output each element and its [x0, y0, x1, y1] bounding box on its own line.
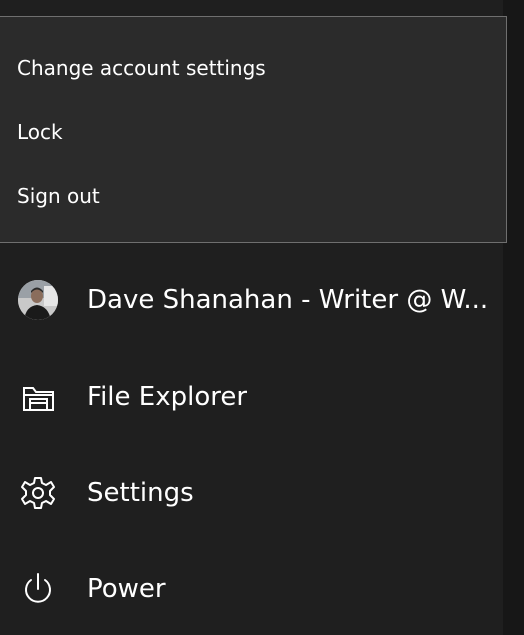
power-label: Power	[87, 574, 166, 604]
change-account-settings-item[interactable]: Change account settings	[17, 48, 266, 88]
user-name-label: Dave Shanahan - Writer @ W...	[87, 285, 489, 315]
user-photo-icon	[18, 280, 58, 320]
power-icon	[18, 569, 58, 609]
settings-label: Settings	[87, 478, 194, 508]
sign-out-item[interactable]: Sign out	[17, 176, 100, 216]
lock-item[interactable]: Lock	[17, 112, 63, 152]
power-button[interactable]: Power	[0, 557, 503, 621]
settings-button[interactable]: Settings	[0, 461, 503, 525]
account-flyout-menu: Change account settings Lock Sign out	[0, 16, 507, 243]
folder-icon	[18, 377, 58, 417]
file-explorer-button[interactable]: File Explorer	[0, 365, 503, 429]
user-account-button[interactable]: Dave Shanahan - Writer @ W...	[0, 268, 503, 332]
avatar	[18, 280, 58, 320]
file-explorer-label: File Explorer	[87, 382, 248, 412]
gear-icon	[18, 473, 58, 513]
start-menu-panel: Change account settings Lock Sign out Da…	[0, 0, 524, 635]
